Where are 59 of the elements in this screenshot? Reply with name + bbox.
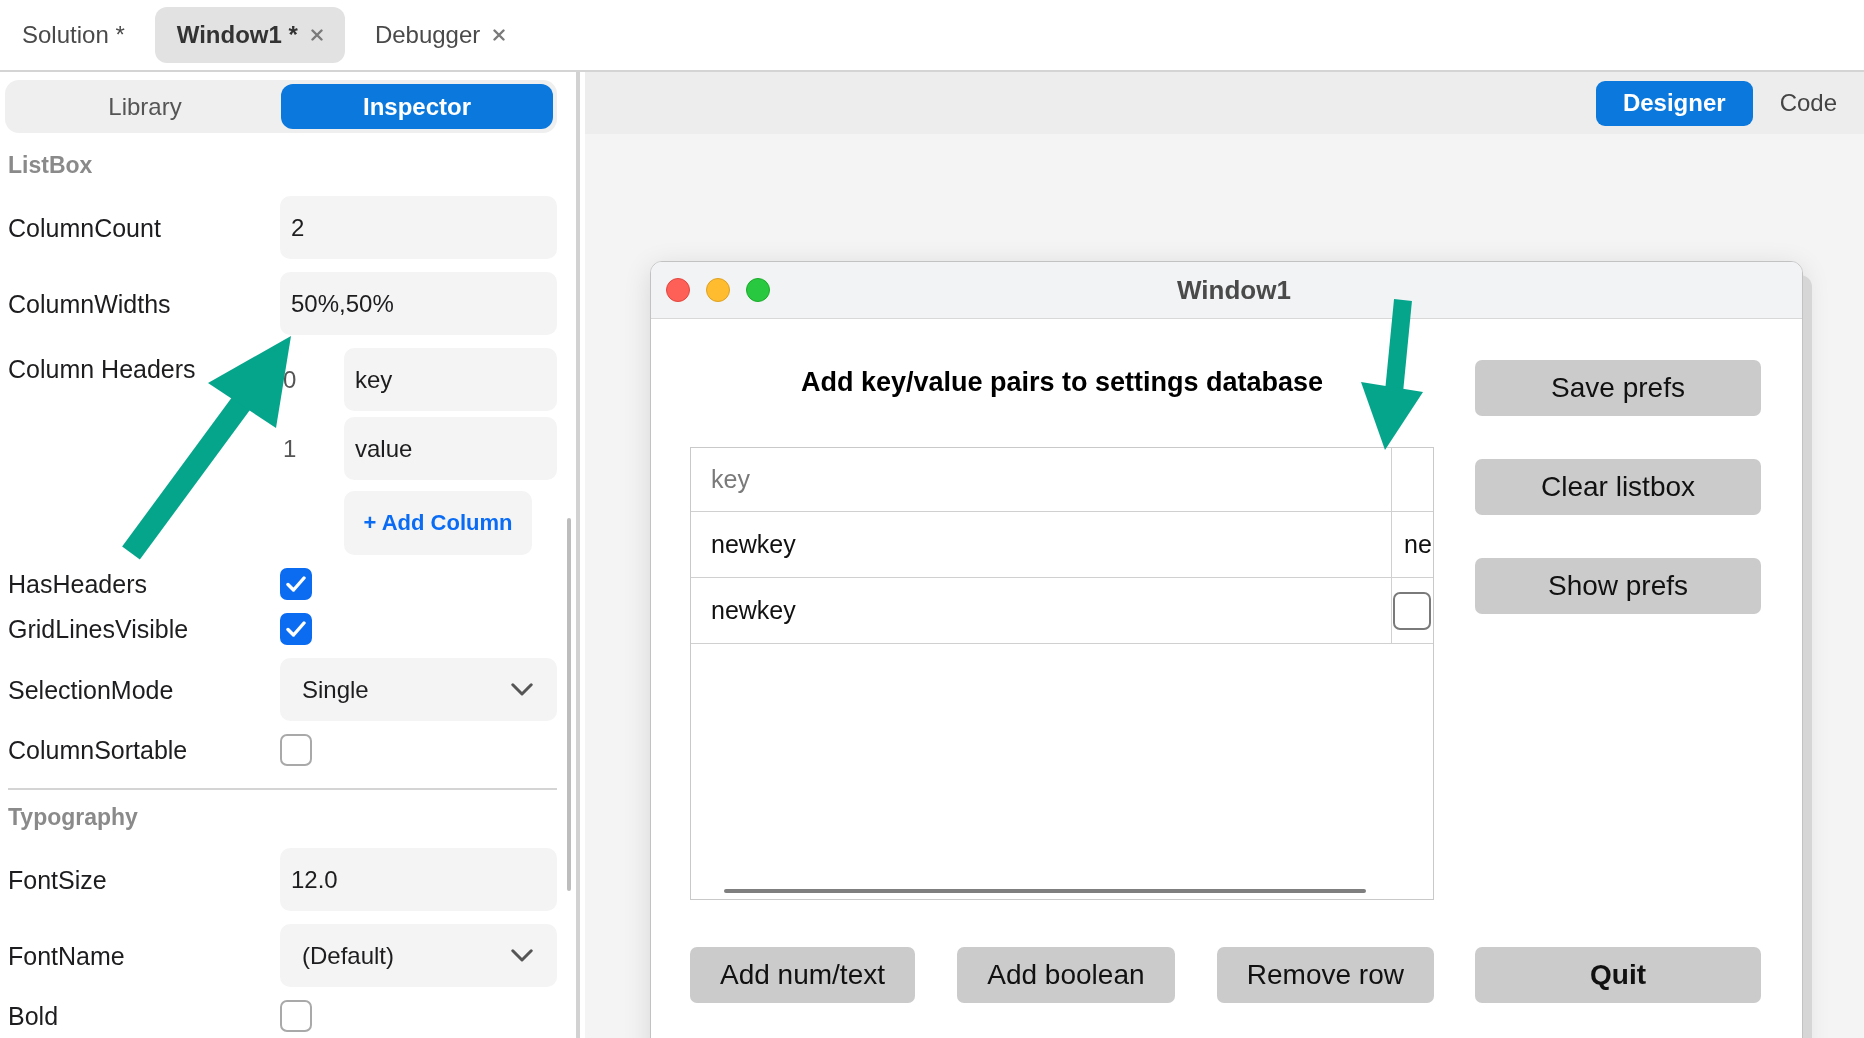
add-column-button[interactable]: + Add Column — [344, 491, 532, 555]
push-button[interactable]: Clear listbox — [1475, 459, 1761, 515]
property-label: HasHeaders — [8, 569, 148, 599]
document-tab[interactable]: Window1 * — [154, 7, 345, 63]
property-label: Bold — [8, 1001, 60, 1031]
text-field[interactable]: 2 — [280, 196, 557, 259]
section-heading: ListBox — [8, 151, 94, 180]
close-icon[interactable] — [310, 29, 323, 41]
text-field[interactable]: 50%,50% — [280, 272, 557, 335]
dropdown[interactable]: Single — [280, 658, 557, 721]
checkbox[interactable] — [1393, 591, 1431, 630]
scrollbar[interactable] — [724, 889, 1366, 893]
property-label: SelectionMode — [8, 674, 175, 705]
property-label: FontName — [8, 940, 126, 971]
push-button[interactable]: Save prefs — [1475, 360, 1761, 416]
text-field[interactable]: value — [344, 417, 557, 480]
quit-button[interactable]: Quit — [1475, 947, 1761, 1003]
section-heading: Typography — [8, 803, 139, 832]
panel-tab[interactable]: Library — [9, 84, 281, 129]
push-button[interactable]: Add boolean — [957, 947, 1175, 1003]
dropdown[interactable]: (Default) — [280, 924, 557, 987]
checkmark-icon — [286, 576, 306, 592]
checkbox[interactable] — [280, 734, 312, 766]
property-label: ColumnWidths — [8, 288, 172, 319]
checkmark-icon — [286, 621, 306, 637]
property-label: ColumnSortable — [8, 735, 189, 765]
text-field[interactable]: 12.0 — [280, 848, 557, 911]
view-tab[interactable]: Designer — [1595, 80, 1753, 126]
window-close-button[interactable] — [666, 278, 690, 302]
index-number: 1 — [282, 434, 297, 463]
scrollbar-thumb[interactable] — [567, 518, 571, 891]
close-icon[interactable] — [493, 29, 506, 41]
text-field[interactable]: key — [344, 348, 557, 411]
property-label: Column Headers — [8, 354, 197, 384]
form-heading: Add key/value pairs to settings database — [799, 367, 1325, 397]
push-button[interactable]: Show prefs — [1475, 558, 1761, 614]
push-button[interactable]: Remove row — [1216, 947, 1434, 1003]
checkbox[interactable] — [280, 568, 312, 600]
table-cell: newkey — [691, 578, 1392, 643]
checkbox[interactable] — [280, 1000, 312, 1032]
document-tab[interactable]: Debugger — [352, 7, 528, 63]
document-tab[interactable]: Solution * — [0, 7, 147, 63]
view-tab[interactable]: Code — [1752, 80, 1864, 126]
checkbox[interactable] — [280, 613, 312, 645]
chevron-down-icon — [511, 949, 533, 962]
index-number: 0 — [282, 365, 297, 394]
chevron-down-icon — [511, 683, 533, 696]
property-label: GridLinesVisible — [8, 614, 190, 644]
table-cell: newkey — [691, 512, 1392, 577]
list-box[interactable]: key newkey ne newkey — [690, 447, 1434, 900]
window-minimize-button[interactable] — [706, 278, 730, 302]
property-label: ColumnCount — [8, 212, 162, 243]
column-header[interactable]: key — [691, 448, 1392, 511]
window-title: Window1 — [1177, 274, 1291, 306]
panel-tab[interactable]: Inspector — [281, 84, 553, 129]
table-cell-text: ne — [1403, 529, 1433, 560]
window-zoom-button[interactable] — [746, 278, 770, 302]
push-button[interactable]: Add num/text — [690, 947, 915, 1003]
property-label: FontSize — [8, 864, 108, 895]
